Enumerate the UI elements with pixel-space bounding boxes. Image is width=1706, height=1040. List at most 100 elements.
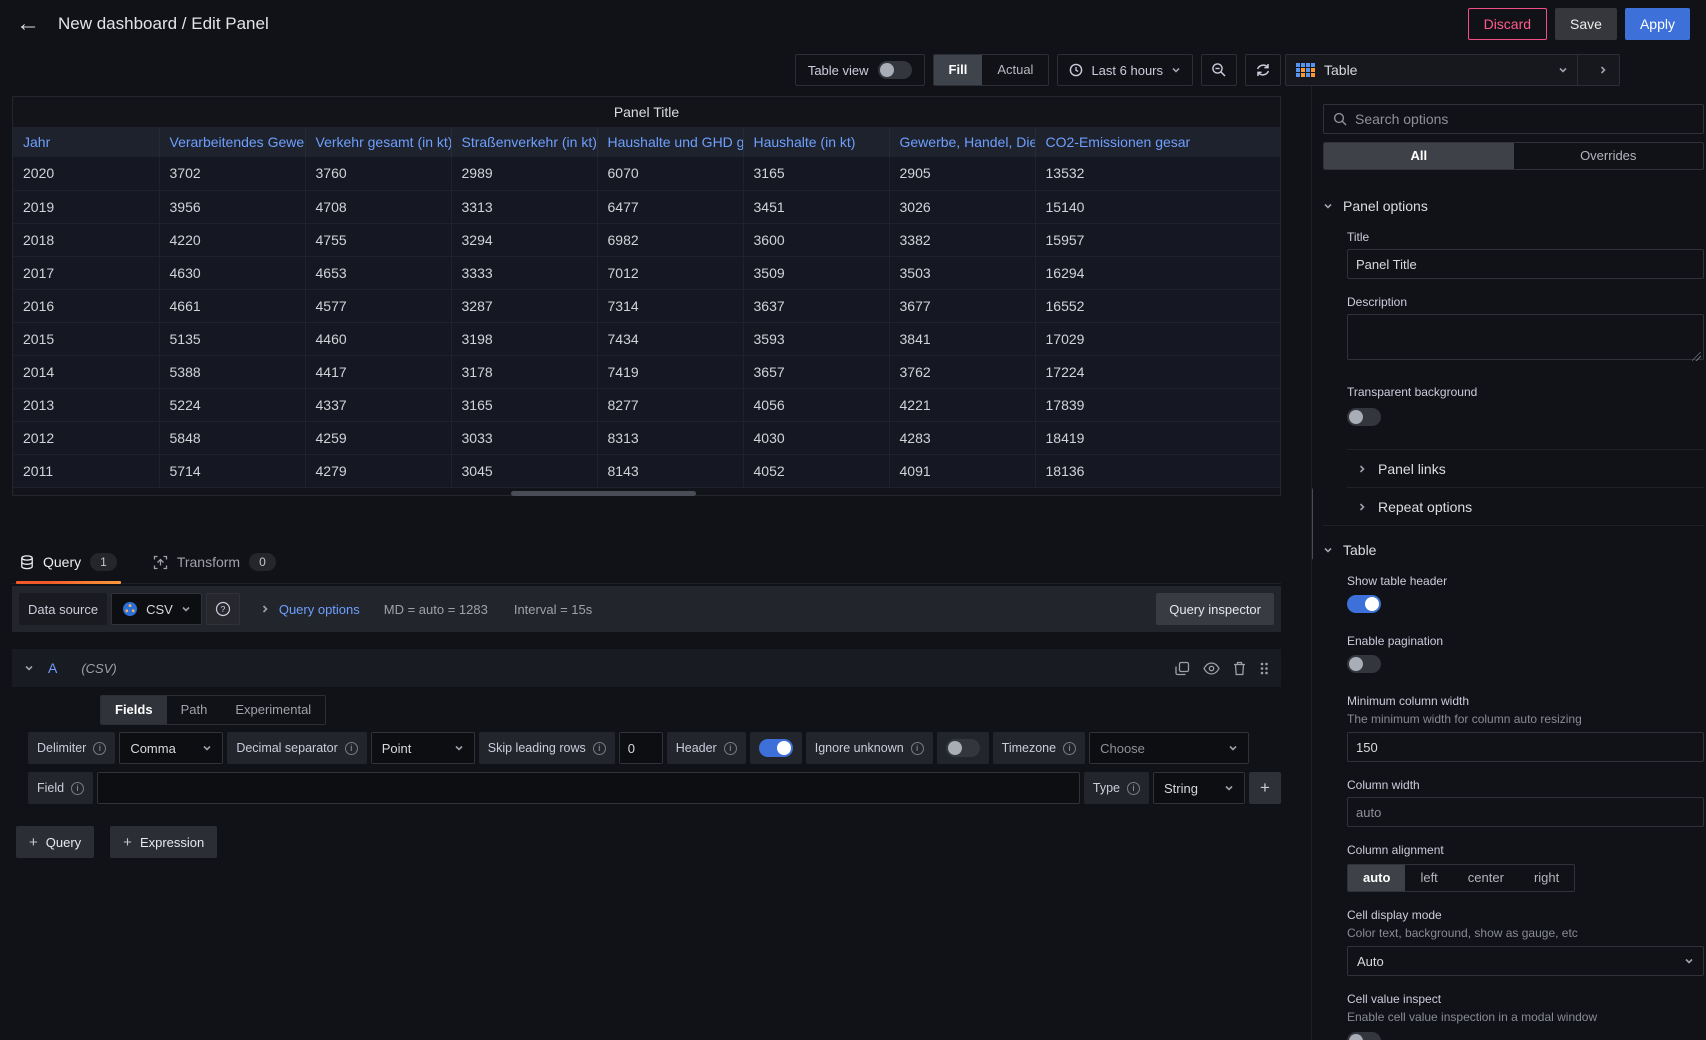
options-search-input[interactable] [1355, 111, 1694, 127]
tab-transform[interactable]: Transform 0 [149, 544, 280, 583]
fill-option[interactable]: Fill [934, 55, 983, 85]
query-inspector-button[interactable]: Query inspector [1156, 593, 1274, 625]
query-datasource-type: (CSV) [81, 661, 116, 676]
table-view-toggle[interactable] [878, 61, 912, 79]
align-left-option[interactable]: left [1405, 865, 1452, 891]
table-column-header[interactable]: Verarbeitendes Gewerl [159, 127, 305, 157]
transparent-background-toggle[interactable] [1347, 408, 1381, 426]
table-cell: 3637 [743, 289, 889, 322]
datasource-help-button[interactable]: ? [206, 593, 240, 625]
options-search [1323, 104, 1704, 134]
skip-leading-rows-input[interactable] [619, 732, 663, 764]
question-circle-icon: ? [215, 601, 231, 617]
header-toggle[interactable] [759, 739, 793, 757]
table-column-header[interactable]: Haushalte (in kt) [743, 127, 889, 157]
align-center-option[interactable]: center [1453, 865, 1519, 891]
info-icon: i [724, 742, 737, 755]
table-column-header[interactable]: Gewerbe, Handel, Dien [889, 127, 1035, 157]
align-right-option[interactable]: right [1519, 865, 1574, 891]
column-width-input[interactable] [1347, 797, 1704, 827]
nav-actions: Discard Save Apply [1468, 8, 1690, 40]
subtab-path[interactable]: Path [167, 696, 222, 724]
panel-title-input[interactable] [1347, 249, 1704, 279]
subtab-fields[interactable]: Fields [101, 696, 167, 724]
top-navbar: ← New dashboard / Edit Panel Discard Sav… [0, 0, 1706, 48]
add-query-button[interactable]: +Query [16, 826, 94, 858]
decimal-separator-select[interactable]: Point [371, 732, 475, 764]
time-range-picker[interactable]: Last 6 hours [1057, 54, 1193, 86]
delimiter-select[interactable]: Comma [119, 732, 223, 764]
repeat-options-row[interactable]: Repeat options [1347, 487, 1704, 525]
min-column-width-input[interactable] [1347, 732, 1704, 762]
cell-value-inspect-label: Cell value inspect [1347, 992, 1704, 1006]
table-column-header[interactable]: Jahr [13, 127, 159, 157]
refresh-icon [1255, 62, 1271, 78]
duplicate-query-icon[interactable] [1175, 661, 1190, 676]
panel-options-section-header[interactable]: Panel options [1323, 198, 1704, 214]
align-auto-option[interactable]: auto [1348, 865, 1405, 891]
timezone-label: Timezonei [993, 732, 1085, 764]
datasource-value: CSV [146, 602, 173, 617]
panel-links-row[interactable]: Panel links [1347, 449, 1704, 487]
enable-pagination-toggle[interactable] [1347, 655, 1381, 673]
save-button[interactable]: Save [1555, 8, 1617, 40]
min-column-width-desc: The minimum width for column auto resizi… [1347, 712, 1704, 726]
visualization-picker[interactable]: Table [1285, 54, 1620, 86]
actual-option[interactable]: Actual [982, 55, 1048, 85]
collapse-options-button[interactable] [1587, 54, 1619, 86]
svg-text:?: ? [220, 604, 225, 614]
table-cell: 15957 [1035, 223, 1280, 256]
add-field-button[interactable]: + [1249, 772, 1281, 804]
query-options-toggle[interactable]: Query options [260, 602, 360, 617]
ignore-unknown-toggle[interactable] [946, 739, 980, 757]
field-input[interactable] [97, 772, 1080, 804]
table-cell: 3313 [451, 190, 597, 223]
tab-overrides[interactable]: Overrides [1514, 143, 1704, 169]
add-expression-button[interactable]: +Expression [110, 826, 217, 858]
subtab-experimental[interactable]: Experimental [221, 696, 325, 724]
vertical-scrollbar[interactable] [1311, 488, 1313, 560]
description-textarea[interactable] [1347, 314, 1704, 360]
type-select[interactable]: String [1153, 772, 1245, 804]
table-cell: 18136 [1035, 454, 1280, 487]
drag-handle-icon[interactable] [1259, 661, 1269, 676]
table-column-header[interactable]: Straßenverkehr (in kt) [451, 127, 597, 157]
table-column-header[interactable]: Haushalte und GHD ge [597, 127, 743, 157]
horizontal-scrollbar[interactable] [511, 491, 696, 496]
timezone-select[interactable]: Choose [1089, 732, 1249, 764]
cell-value-inspect-toggle[interactable] [1347, 1032, 1381, 1040]
resize-handle-icon[interactable] [1692, 352, 1701, 361]
show-table-header-toggle[interactable] [1347, 595, 1381, 613]
tab-all[interactable]: All [1324, 143, 1514, 169]
hide-query-eye-icon[interactable] [1203, 662, 1220, 675]
zoom-out-button[interactable] [1201, 54, 1237, 86]
table-section-header[interactable]: Table [1323, 525, 1704, 558]
type-label: Typei [1084, 772, 1149, 804]
cell-display-mode-select[interactable]: Auto [1347, 946, 1704, 976]
table-cell: 2014 [13, 355, 159, 388]
table-row: 201646614577328773143637367716552 [13, 289, 1280, 322]
table-cell: 4283 [889, 421, 1035, 454]
info-icon: i [593, 742, 606, 755]
tab-query[interactable]: Query 1 [16, 544, 121, 583]
table-column-header[interactable]: CO2-Emissionen gesar [1035, 127, 1280, 157]
column-alignment-label: Column alignment [1347, 843, 1704, 857]
refresh-button[interactable] [1245, 54, 1281, 86]
description-label: Description [1347, 295, 1704, 309]
datasource-picker[interactable]: CSV [111, 593, 202, 625]
back-arrow-icon[interactable]: ← [16, 12, 40, 36]
query-ref-id[interactable]: A [48, 660, 57, 676]
collapse-chevron-icon[interactable] [24, 663, 34, 673]
table-cell: 4460 [305, 322, 451, 355]
discard-button[interactable]: Discard [1468, 8, 1547, 40]
table-row: 202037023760298960703165290513532 [13, 157, 1280, 190]
table-cell: 3294 [451, 223, 597, 256]
column-width-label: Column width [1347, 778, 1704, 792]
table-cell: 3841 [889, 322, 1035, 355]
table-viz-icon [1296, 63, 1315, 77]
delete-query-trash-icon[interactable] [1233, 661, 1246, 676]
chevron-right-icon [1598, 65, 1608, 75]
cell-display-mode-label: Cell display mode [1347, 908, 1704, 922]
table-column-header[interactable]: Verkehr gesamt (in kt) [305, 127, 451, 157]
apply-button[interactable]: Apply [1625, 8, 1690, 40]
